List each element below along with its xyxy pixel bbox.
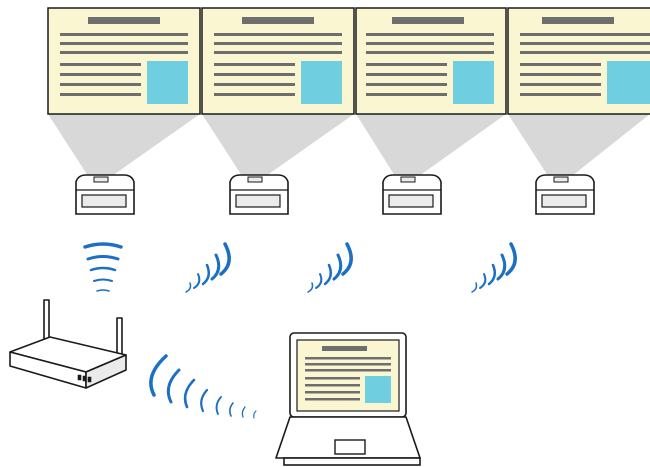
screen-3 (355, 7, 507, 115)
multi-projector-wireless-diagram (9, 7, 650, 466)
laptop-icon (275, 332, 421, 466)
wifi-signal-icon (471, 242, 517, 293)
screen-1 (47, 7, 201, 115)
projector-1 (75, 174, 135, 215)
projection-beam (508, 114, 650, 176)
wifi-signal-icon (185, 242, 231, 293)
wifi-signal-icon (307, 242, 353, 293)
projection-beam (48, 114, 200, 176)
projector-2 (229, 174, 289, 215)
projection-beam (356, 114, 506, 176)
screen-4 (507, 7, 650, 115)
projector-4 (535, 174, 595, 215)
screen-2 (201, 7, 355, 115)
wifi-signal-icon (83, 242, 123, 292)
wireless-router-icon (9, 299, 127, 389)
projection-beams (48, 114, 650, 176)
wifi-signal-icon (149, 354, 257, 419)
projection-beam (202, 114, 354, 176)
projector-3 (382, 174, 442, 215)
